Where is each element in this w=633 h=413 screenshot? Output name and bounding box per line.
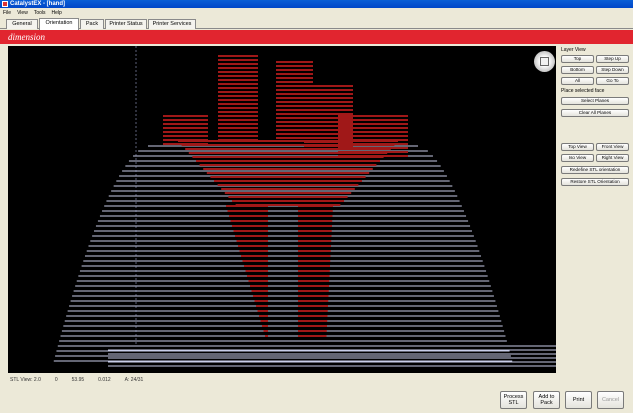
top-view-button[interactable]: Top View — [561, 143, 594, 151]
step-down-button[interactable]: Step Down — [596, 66, 629, 74]
all-layers-button[interactable]: All — [561, 77, 594, 85]
status-item: STL View: 2.0 — [10, 377, 41, 383]
tab-printer-status[interactable]: Printer Status — [105, 19, 147, 29]
face-label: Place selected face — [561, 88, 605, 94]
go-to-button[interactable]: Go To — [596, 77, 629, 85]
step-up-button[interactable]: Step Up — [596, 55, 629, 63]
restore-orientation-button[interactable]: Restore STL Orientation — [561, 178, 629, 186]
app-icon — [2, 1, 8, 7]
bottom-bar: Process STL Add to Pack Print Cancel — [0, 389, 633, 413]
clear-planes-button[interactable]: Clear All Planes — [561, 109, 629, 117]
top-layer-button[interactable]: Top — [561, 55, 594, 63]
status-item: 0.012 — [98, 377, 111, 383]
print-button[interactable]: Print — [565, 391, 592, 409]
front-view-button[interactable]: Front View — [596, 143, 629, 151]
tab-pack[interactable]: Pack — [80, 19, 104, 29]
menu-bar: File View Tools Help — [0, 8, 633, 17]
select-planes-button[interactable]: Select Planes — [561, 97, 629, 105]
brand-banner: dimension — [0, 30, 633, 44]
title-bar: CatalystEX - [hand] — [0, 0, 633, 8]
right-panel: Layer View Top Step Up Bottom Step Down … — [558, 46, 633, 376]
tab-general[interactable]: General — [6, 19, 38, 29]
process-stl-button[interactable]: Process STL — [500, 391, 527, 409]
window-title: CatalystEX - [hand] — [10, 1, 66, 7]
cancel-button[interactable]: Cancel — [597, 391, 624, 409]
right-view-button[interactable]: Right View — [596, 154, 629, 162]
add-to-pack-button[interactable]: Add to Pack — [533, 391, 560, 409]
view-cube-icon[interactable] — [534, 51, 555, 72]
menu-help[interactable]: Help — [52, 10, 62, 16]
status-line: STL View: 2.0 0 53.95 0.012 A: 24/31 — [8, 375, 556, 385]
status-item: 53.95 — [71, 377, 85, 383]
bottom-layer-button[interactable]: Bottom — [561, 66, 594, 74]
menu-view[interactable]: View — [17, 10, 28, 16]
tab-bar: General Orientation Pack Printer Status … — [0, 17, 633, 30]
layer-view-canvas — [53, 46, 556, 367]
menu-file[interactable]: File — [3, 10, 11, 16]
redefine-orientation-button[interactable]: Redefine STL orientation — [561, 166, 629, 174]
layer-view-label: Layer View — [561, 47, 586, 53]
tab-printer-services[interactable]: Printer Services — [148, 19, 196, 29]
status-item: A: 24/31 — [124, 377, 144, 383]
model-viewport[interactable] — [8, 46, 556, 373]
status-item: 0 — [54, 377, 58, 383]
iso-view-button[interactable]: Iso View — [561, 154, 594, 162]
tab-orientation[interactable]: Orientation — [39, 18, 79, 30]
menu-tools[interactable]: Tools — [34, 10, 46, 16]
dimension-logo: dimension — [8, 32, 45, 42]
